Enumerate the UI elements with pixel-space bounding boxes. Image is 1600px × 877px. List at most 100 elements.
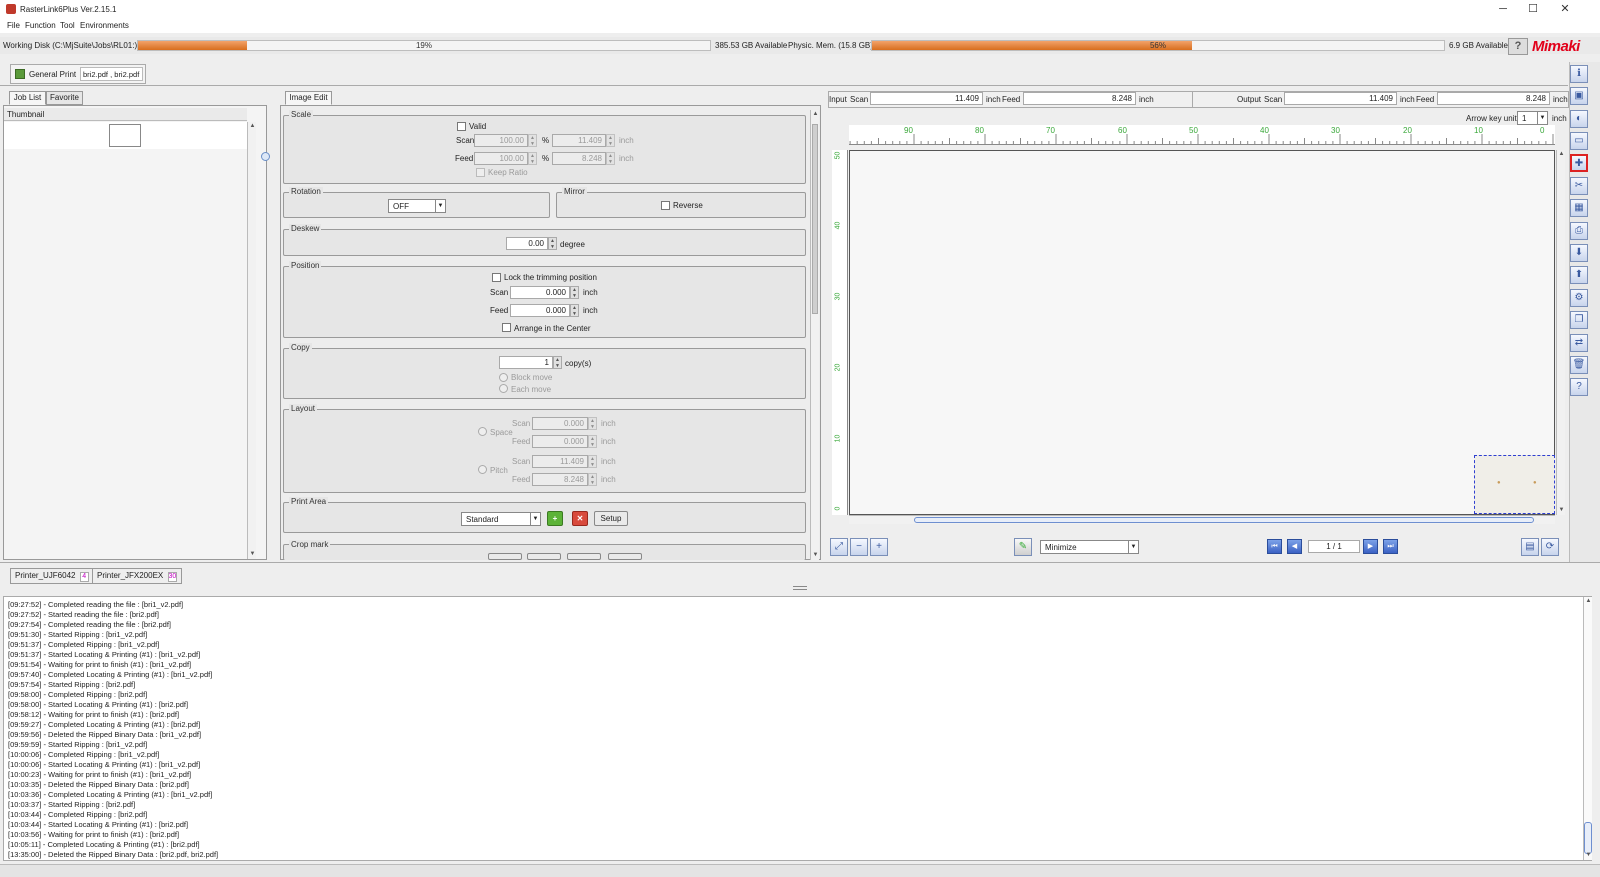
scroll-up-icon[interactable]: ▲ <box>248 122 257 131</box>
position-scan-input[interactable]: 0.000 <box>510 286 570 299</box>
space-scan-spinner[interactable]: ▲ ▼ <box>588 417 597 430</box>
rip-icon[interactable]: ⬇ <box>1570 244 1588 262</box>
output-scan-field[interactable]: 11.409 <box>1284 92 1397 105</box>
job-edit-icon[interactable]: ▣ <box>1570 87 1588 105</box>
zoom-out-icon[interactable]: − <box>850 538 868 556</box>
position-feed-input[interactable]: 0.000 <box>510 304 570 317</box>
hscroll-thumb[interactable] <box>914 517 1534 523</box>
scale-scan-inch[interactable]: 11.409 <box>552 134 606 147</box>
delete-icon[interactable]: 🗑 <box>1570 356 1588 374</box>
lock-trimming-checkbox[interactable] <box>492 273 501 282</box>
scale-feed-percent[interactable]: 100.00 <box>474 152 528 165</box>
zoom-mode-select[interactable]: Minimize ▼ <box>1040 540 1139 554</box>
move-job-icon[interactable]: ⇄ <box>1570 334 1588 352</box>
crop-mark-option-3[interactable] <box>567 553 601 560</box>
position-feed-spinner[interactable]: ▲ ▼ <box>570 304 579 317</box>
next-page-icon[interactable]: ▶ <box>1363 539 1378 554</box>
maximize-button[interactable]: ☐ <box>1518 2 1548 17</box>
job-list-scrollbar[interactable]: ▲ ▼ <box>247 122 256 559</box>
space-scan-input[interactable]: 0.000 <box>532 417 588 430</box>
log-scrollbar[interactable]: ▲ ▼ <box>1583 597 1592 860</box>
last-page-icon[interactable]: ⏭ <box>1383 539 1398 554</box>
log-scroll-thumb[interactable] <box>1584 822 1592 854</box>
crop-mark-option-1[interactable] <box>488 553 522 560</box>
input-scan-field[interactable]: 11.409 <box>870 92 983 105</box>
scroll-down-icon[interactable]: ▼ <box>1557 506 1566 515</box>
scroll-up-icon[interactable]: ▲ <box>811 110 820 119</box>
pitch-scan-input[interactable]: 11.409 <box>532 455 588 468</box>
reverse-checkbox[interactable] <box>661 201 670 210</box>
print-icon[interactable]: ▦ <box>1570 199 1588 217</box>
arrow-key-select[interactable]: 1 ▼ <box>1517 111 1548 125</box>
first-page-icon[interactable]: ⏮ <box>1267 539 1282 554</box>
menu-tool[interactable]: Tool <box>60 21 75 30</box>
scale-scan-percent-spinner[interactable]: ▲ ▼ <box>528 134 537 147</box>
keep-ratio-checkbox[interactable] <box>476 168 485 177</box>
layout-view-icon[interactable]: ▤ <box>1521 538 1539 556</box>
preview-vscroll[interactable]: ▲ ▼ <box>1556 150 1565 515</box>
scale-feed-percent-spinner[interactable]: ▲ ▼ <box>528 152 537 165</box>
minimize-button[interactable]: ─ <box>1488 2 1518 17</box>
scroll-down-icon[interactable]: ▼ <box>248 550 257 559</box>
job-tab[interactable]: General Print bri2.pdf , bri2.pdf <box>10 64 146 84</box>
color-icon[interactable]: ◐ <box>1570 110 1588 128</box>
execute-icon[interactable]: ⬆ <box>1570 266 1588 284</box>
output-feed-field[interactable]: 8.248 <box>1437 92 1550 105</box>
position-scan-spinner[interactable]: ▲ ▼ <box>570 286 579 299</box>
space-radio[interactable] <box>478 427 487 436</box>
block-move-radio[interactable] <box>499 373 508 382</box>
crop-mark-option-4[interactable] <box>608 553 642 560</box>
scale-scan-inch-spinner[interactable]: ▲ ▼ <box>606 134 615 147</box>
remove-print-area-button[interactable]: ✕ <box>572 511 588 526</box>
job-placement-box[interactable]: ● ● <box>1474 455 1555 514</box>
print-area-select[interactable]: Standard ▼ <box>461 512 541 526</box>
scroll-down-icon[interactable]: ▼ <box>811 551 820 560</box>
printer-icon[interactable]: ⎙ <box>1570 222 1588 240</box>
arrange-center-checkbox[interactable] <box>502 323 511 332</box>
zoom-in-icon[interactable]: + <box>870 538 888 556</box>
scale-feed-inch[interactable]: 8.248 <box>552 152 606 165</box>
job-thumbnail[interactable] <box>109 124 141 147</box>
setup-button[interactable]: Setup <box>594 511 628 526</box>
scroll-thumb[interactable] <box>812 124 818 314</box>
scroll-up-icon[interactable]: ▲ <box>1557 150 1566 159</box>
cut-icon[interactable]: ✂ <box>1570 177 1588 195</box>
each-move-radio[interactable] <box>499 384 508 393</box>
image-edit-icon[interactable]: ✚ <box>1570 154 1588 172</box>
fit-view-icon[interactable]: ⤢ <box>830 538 848 556</box>
copy-input[interactable]: 1 <box>499 356 553 369</box>
preview-hscroll[interactable] <box>849 515 1555 524</box>
print-preview-canvas[interactable] <box>849 150 1555 515</box>
space-feed-input[interactable]: 0.000 <box>532 435 588 448</box>
log-splitter-handle[interactable] <box>793 586 807 590</box>
scale-scan-percent[interactable]: 100.00 <box>474 134 528 147</box>
input-feed-field[interactable]: 8.248 <box>1023 92 1136 105</box>
deskew-input[interactable]: 0.00 <box>506 237 548 250</box>
printer-tab-ujf6042[interactable]: Printer_UJF6042 4 <box>10 568 94 584</box>
deskew-spinner[interactable]: ▲ ▼ <box>548 237 557 250</box>
printer-tab-jfx200ex[interactable]: Printer_JFX200EX 30 <box>92 568 183 584</box>
tab-job-list[interactable]: Job List <box>9 91 46 105</box>
menu-file[interactable]: File <box>7 21 20 30</box>
page-indicator[interactable]: 1 / 1 <box>1308 540 1360 553</box>
pitch-feed-input[interactable]: 8.248 <box>532 473 588 486</box>
previous-page-icon[interactable]: ◀ <box>1287 539 1302 554</box>
menu-environments[interactable]: Environments <box>80 21 129 30</box>
tab-image-edit[interactable]: Image Edit <box>285 91 332 105</box>
pitch-feed-spinner[interactable]: ▲ ▼ <box>588 473 597 486</box>
editor-scrollbar[interactable]: ▲ ▼ <box>810 110 819 560</box>
info-icon[interactable]: ℹ <box>1570 65 1588 83</box>
copy-spinner[interactable]: ▲ ▼ <box>553 356 562 369</box>
menu-function[interactable]: Function <box>25 21 56 30</box>
valid-checkbox[interactable] <box>457 122 466 131</box>
tab-favorite[interactable]: Favorite <box>46 91 83 105</box>
close-button[interactable]: ✕ <box>1550 2 1580 17</box>
document-icon[interactable]: ▭ <box>1570 132 1588 150</box>
refresh-icon[interactable]: ⟳ <box>1541 538 1559 556</box>
space-feed-spinner[interactable]: ▲ ▼ <box>588 435 597 448</box>
splitter-handle[interactable] <box>261 152 270 161</box>
pen-icon[interactable]: ✎ <box>1014 538 1032 556</box>
scroll-down-icon[interactable]: ▼ <box>1584 851 1593 860</box>
settings-icon[interactable]: ⚙ <box>1570 289 1588 307</box>
crop-mark-option-2[interactable] <box>527 553 561 560</box>
